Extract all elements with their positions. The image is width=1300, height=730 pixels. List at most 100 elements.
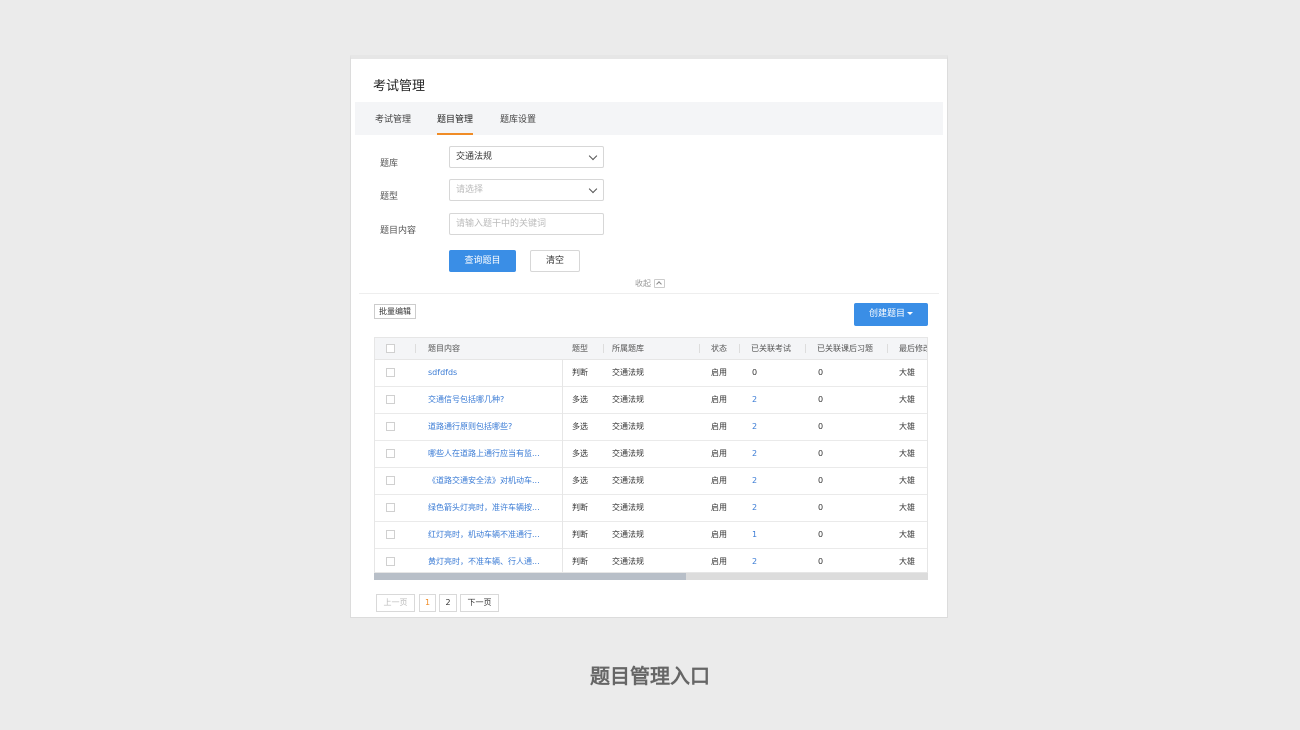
table-row[interactable]: 《道路交通安全法》对机动车... 多选 交通法规 启用 2 0 大雄 <box>375 468 927 495</box>
column-header-type[interactable]: 题型 <box>572 338 588 359</box>
tab-question-bank-settings[interactable]: 题库设置 <box>500 112 536 125</box>
chevron-down-icon <box>588 184 598 194</box>
row-checkbox[interactable] <box>386 368 395 377</box>
clear-button[interactable]: 清空 <box>530 250 580 272</box>
table-row[interactable]: 交通信号包括哪几种? 多选 交通法规 启用 2 0 大雄 <box>375 387 927 414</box>
page-1-button[interactable]: 1 <box>419 594 436 612</box>
question-type: 判断 <box>572 368 588 377</box>
type-label: 题型 <box>380 192 399 202</box>
create-question-button[interactable]: 创建题目 <box>854 303 928 326</box>
scrollbar-thumb[interactable] <box>374 573 686 580</box>
last-modified-by: 大雄 <box>899 476 915 485</box>
table-row[interactable]: sdfdfds 判断 交通法规 启用 0 0 大雄 <box>375 360 927 387</box>
question-type: 多选 <box>572 476 588 485</box>
row-checkbox[interactable] <box>386 449 395 458</box>
question-status: 启用 <box>711 476 727 485</box>
linked-exercises-count: 0 <box>818 503 824 512</box>
table-row[interactable]: 红灯亮时，机动车辆不准通行... 判断 交通法规 启用 1 0 大雄 <box>375 522 927 549</box>
header-separator <box>699 344 700 353</box>
question-bank: 交通法规 <box>612 422 644 431</box>
last-modified-by: 大雄 <box>899 368 915 377</box>
column-header-status[interactable]: 状态 <box>711 338 727 359</box>
bank-label: 题库 <box>380 159 399 169</box>
question-bank: 交通法规 <box>612 449 644 458</box>
linked-exams-link[interactable]: 2 <box>752 441 757 467</box>
row-checkbox[interactable] <box>386 530 395 539</box>
linked-exams-link[interactable]: 2 <box>752 549 757 572</box>
query-button[interactable]: 查询题目 <box>449 250 516 272</box>
select-all-checkbox[interactable] <box>386 344 395 353</box>
question-status: 启用 <box>711 422 727 431</box>
linked-exercises-count: 0 <box>818 476 824 485</box>
row-checkbox[interactable] <box>386 476 395 485</box>
divider <box>359 293 939 294</box>
prev-page-button[interactable]: 上一页 <box>376 594 415 612</box>
horizontal-scrollbar[interactable] <box>374 573 928 580</box>
table-row[interactable]: 黄灯亮时，不准车辆、行人通... 判断 交通法规 启用 2 0 大雄 <box>375 549 927 572</box>
content-search-input[interactable]: 请输入题干中的关键词 <box>449 213 604 235</box>
linked-exercises-count: 0 <box>818 422 824 431</box>
table-row[interactable]: 道路通行原则包括哪些? 多选 交通法规 启用 2 0 大雄 <box>375 414 927 441</box>
batch-edit-button[interactable]: 批量编辑 <box>374 304 416 319</box>
next-page-button[interactable]: 下一页 <box>460 594 499 612</box>
last-modified-by: 大雄 <box>899 449 915 458</box>
linked-exams-link[interactable]: 2 <box>752 468 757 494</box>
linked-exercises-count: 0 <box>818 368 824 377</box>
last-modified-by: 大雄 <box>899 503 915 512</box>
last-modified-by: 大雄 <box>899 422 915 431</box>
question-content-link[interactable]: sdfdfds <box>428 360 457 386</box>
type-select-placeholder: 请选择 <box>456 185 484 195</box>
tab-question-management[interactable]: 题目管理 <box>437 112 474 135</box>
question-content-link[interactable]: 道路通行原则包括哪些? <box>428 414 512 440</box>
create-question-label: 创建题目 <box>868 309 905 319</box>
row-checkbox[interactable] <box>386 395 395 404</box>
header-separator <box>887 344 888 353</box>
column-header-bank[interactable]: 所属题库 <box>612 338 644 359</box>
question-bank: 交通法规 <box>612 530 644 539</box>
question-content-link[interactable]: 黄灯亮时，不准车辆、行人通... <box>428 549 540 572</box>
linked-exams-link[interactable]: 2 <box>752 414 757 440</box>
question-status: 启用 <box>711 368 727 377</box>
linked-exams-link[interactable]: 1 <box>752 522 757 548</box>
question-status: 启用 <box>711 503 727 512</box>
row-checkbox[interactable] <box>386 557 395 566</box>
bank-select-value: 交通法规 <box>456 152 493 162</box>
question-bank: 交通法规 <box>612 368 644 377</box>
page-2-button[interactable]: 2 <box>439 594 457 612</box>
question-status: 启用 <box>711 530 727 539</box>
linked-exams-link[interactable]: 2 <box>752 387 757 413</box>
column-header-last-modified[interactable]: 最后修改 <box>899 338 927 359</box>
column-header-content[interactable]: 题目内容 <box>428 338 460 359</box>
header-separator <box>805 344 806 353</box>
content-search-placeholder: 请输入题干中的关键词 <box>456 219 547 229</box>
question-status: 启用 <box>711 557 727 566</box>
question-content-link[interactable]: 《道路交通安全法》对机动车... <box>428 468 540 494</box>
last-modified-by: 大雄 <box>899 530 915 539</box>
question-type: 多选 <box>572 395 588 404</box>
question-bank: 交通法规 <box>612 395 644 404</box>
linked-exams-count: 0 <box>752 368 758 377</box>
question-content-link[interactable]: 哪些人在道路上通行应当有监... <box>428 441 540 467</box>
linked-exams-link[interactable]: 2 <box>752 495 757 521</box>
collapse-toggle[interactable]: 收起 <box>635 278 665 289</box>
question-content-link[interactable]: 绿色箭头灯亮时，准许车辆按... <box>428 495 540 521</box>
column-header-linked-exams[interactable]: 已关联考试 <box>751 338 791 359</box>
tab-exam-management[interactable]: 考试管理 <box>375 112 411 125</box>
question-status: 启用 <box>711 449 727 458</box>
table-row[interactable]: 绿色箭头灯亮时，准许车辆按... 判断 交通法规 启用 2 0 大雄 <box>375 495 927 522</box>
table-row[interactable]: 哪些人在道路上通行应当有监... 多选 交通法规 启用 2 0 大雄 <box>375 441 927 468</box>
caret-down-icon <box>907 312 913 315</box>
question-type: 判断 <box>572 503 588 512</box>
question-bank: 交通法规 <box>612 476 644 485</box>
type-select[interactable]: 请选择 <box>449 179 604 201</box>
row-checkbox[interactable] <box>386 503 395 512</box>
bank-select[interactable]: 交通法规 <box>449 146 604 168</box>
fixed-column-divider <box>562 359 563 572</box>
question-content-link[interactable]: 交通信号包括哪几种? <box>428 387 504 413</box>
column-header-linked-exercises[interactable]: 已关联课后习题 <box>817 338 873 359</box>
header-separator <box>415 344 416 353</box>
question-content-link[interactable]: 红灯亮时，机动车辆不准通行... <box>428 522 540 548</box>
chevron-up-icon <box>654 279 665 288</box>
question-status: 启用 <box>711 395 727 404</box>
row-checkbox[interactable] <box>386 422 395 431</box>
